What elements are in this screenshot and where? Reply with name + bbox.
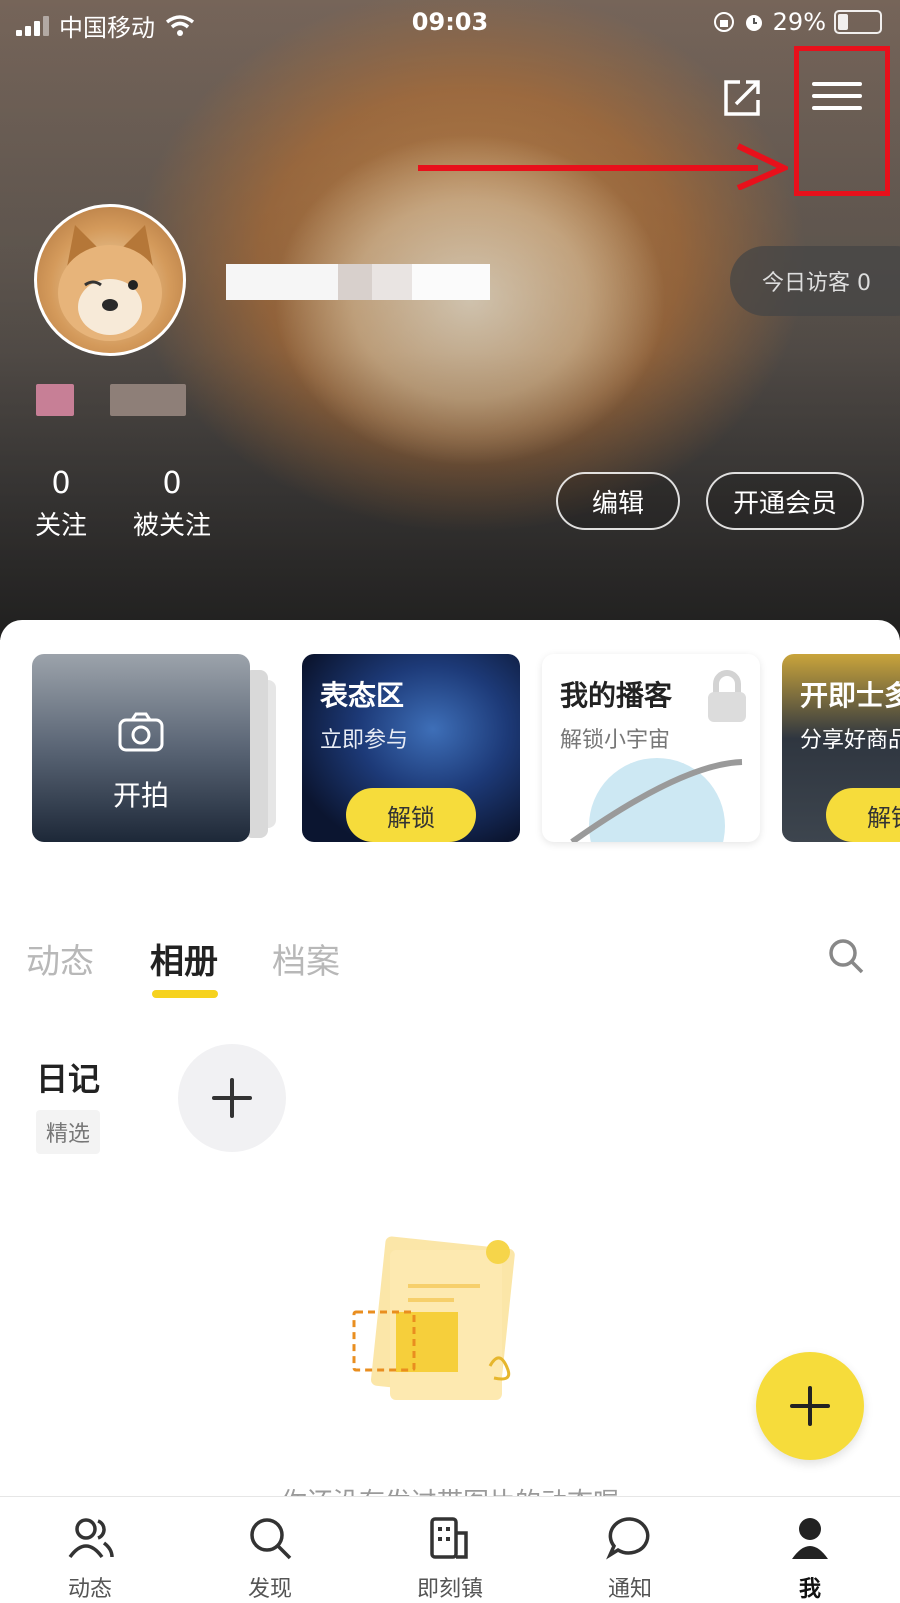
nav-feed[interactable]: 动态 — [30, 1515, 150, 1603]
nav-town[interactable]: 即刻镇 — [390, 1515, 510, 1603]
tab-feed[interactable]: 动态 — [26, 934, 94, 983]
nav-discover-label: 发现 — [247, 1577, 292, 1602]
card-opinion[interactable]: 表态区 立即参与 解锁 — [302, 654, 520, 842]
followers-count: 0 — [162, 466, 182, 501]
planet-illustration — [570, 758, 743, 842]
nav-discover[interactable]: 发现 — [210, 1515, 330, 1603]
card-podcast-title: 我的播客 — [560, 679, 673, 712]
battery-icon — [834, 10, 882, 34]
alarm-icon — [745, 15, 762, 31]
avatar[interactable] — [34, 204, 186, 356]
card-podcast[interactable]: 我的播客 解锁小宇宙 — [542, 654, 760, 842]
card-store-subtitle: 分享好商品 — [800, 728, 900, 753]
following-label: 关注 — [34, 511, 87, 541]
followers-label: 被关注 — [132, 511, 211, 541]
edit-button[interactable]: 编辑 — [556, 472, 680, 530]
rotation-lock-icon — [713, 12, 734, 32]
bottom-nav: 动态 发现 即刻镇 通知 我 — [0, 1496, 900, 1603]
active-tab-indicator — [152, 990, 218, 998]
create-post-fab[interactable] — [756, 1352, 864, 1460]
camera-icon — [118, 712, 164, 752]
annotation-arrow — [418, 143, 788, 190]
diary-album[interactable]: 日记 精选 — [36, 1054, 101, 1154]
status-bar: 中国移动 09:03 29% — [0, 0, 900, 44]
visitor-counter[interactable]: 今日访客 0 — [730, 246, 900, 316]
card-opinion-subtitle: 立即参与 — [320, 728, 409, 753]
chat-bubble-icon — [606, 1517, 650, 1560]
bio-redacted — [36, 384, 186, 416]
album-title: 日记 — [36, 1060, 101, 1098]
people-icon — [68, 1518, 114, 1559]
nav-notifications[interactable]: 通知 — [570, 1515, 690, 1603]
following-count: 0 — [51, 466, 71, 501]
card-podcast-subtitle: 解锁小宇宙 — [560, 728, 671, 753]
vip-button[interactable]: 开通会员 — [706, 472, 864, 530]
card-opinion-title: 表态区 — [320, 679, 405, 712]
card-store-unlock-button[interactable]: 解锁 — [826, 788, 900, 842]
card-store[interactable]: 开即士多 分享好商品 解锁 — [782, 654, 900, 842]
following-stat[interactable]: 0 关注 — [34, 466, 88, 542]
person-icon — [792, 1518, 828, 1559]
empty-state-illustration — [352, 1236, 515, 1400]
search-icon — [250, 1518, 292, 1560]
add-album-button[interactable] — [178, 1044, 286, 1152]
card-store-title: 开即士多 — [800, 679, 900, 712]
followers-stat[interactable]: 0 被关注 — [130, 466, 214, 542]
battery-percent: 29% — [772, 8, 826, 36]
card-shoot[interactable]: 开拍 — [32, 654, 250, 842]
building-icon — [430, 1517, 468, 1559]
nav-me[interactable]: 我 — [750, 1515, 870, 1603]
card-opinion-unlock-button[interactable]: 解锁 — [346, 788, 476, 842]
nav-town-label: 即刻镇 — [416, 1577, 483, 1602]
card-shoot-label: 开拍 — [112, 779, 169, 812]
username-redacted — [226, 264, 490, 300]
nav-notifications-label: 通知 — [607, 1577, 652, 1602]
tab-album[interactable]: 相册 — [150, 934, 218, 983]
search-icon[interactable] — [826, 936, 866, 976]
share-icon[interactable] — [718, 72, 768, 122]
nav-feed-label: 动态 — [67, 1577, 112, 1602]
profile-tabs: 动态 相册 档案 — [0, 934, 900, 1004]
annotation-highlight-box — [794, 46, 890, 196]
lock-icon — [708, 670, 746, 722]
tab-profile[interactable]: 档案 — [272, 934, 340, 983]
album-chip: 精选 — [36, 1110, 101, 1154]
nav-me-label: 我 — [798, 1577, 821, 1602]
